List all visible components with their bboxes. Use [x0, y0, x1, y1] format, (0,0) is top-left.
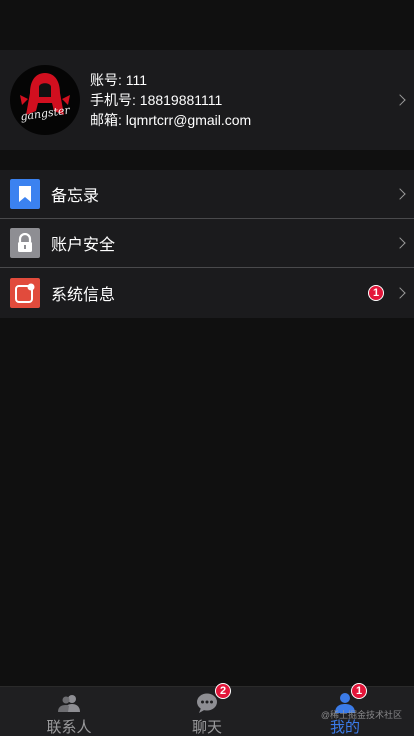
email-label: 邮箱:	[90, 112, 122, 128]
tab-contacts[interactable]: 联系人	[0, 687, 138, 736]
email-value: lqmrtcrr@gmail.com	[125, 112, 252, 128]
hooded-figure-icon	[20, 73, 70, 115]
watermark: @稀土掘金技术社区	[320, 710, 402, 720]
notification-badge: 1	[368, 285, 384, 301]
bookmark-icon	[10, 179, 40, 209]
phone-line: 手机号: 18819881111	[90, 90, 251, 110]
chat-badge: 2	[215, 683, 231, 699]
account-label: 账号:	[90, 72, 122, 88]
chat-icon	[196, 692, 218, 714]
settings-menu: 备忘录 账户安全 系统信息 1	[0, 170, 414, 318]
menu-item-label: 系统信息	[51, 287, 116, 304]
profile-card[interactable]: gangster 账号: 111 手机号: 18819881111 邮箱: lq…	[0, 50, 414, 150]
profile-info: 账号: 111 手机号: 18819881111 邮箱: lqmrtcrr@gm…	[90, 70, 251, 130]
chevron-right-icon	[394, 287, 406, 299]
tab-chat[interactable]: 2 聊天	[138, 683, 276, 736]
avatar: gangster	[10, 65, 80, 135]
tab-label: 聊天	[191, 719, 222, 736]
notification-icon	[10, 278, 40, 308]
phone-label: 手机号:	[90, 92, 136, 108]
menu-item-label: 账户安全	[51, 237, 116, 254]
phone-value: 18819881111	[139, 92, 223, 108]
contacts-icon	[58, 692, 80, 714]
chevron-right-icon	[394, 94, 406, 106]
me-badge: 1	[351, 683, 367, 699]
chevron-right-icon	[394, 237, 406, 249]
account-line: 账号: 111	[90, 70, 251, 90]
chevron-right-icon	[394, 188, 406, 200]
tab-label: 联系人	[46, 719, 92, 736]
menu-item-memo[interactable]: 备忘录	[0, 170, 414, 219]
menu-item-system-info[interactable]: 系统信息 1	[0, 268, 414, 318]
lock-icon	[10, 228, 40, 258]
email-line: 邮箱: lqmrtcrr@gmail.com	[90, 110, 251, 130]
menu-item-account-security[interactable]: 账户安全	[0, 219, 414, 268]
menu-item-label: 备忘录	[51, 188, 100, 205]
account-value: 111	[125, 72, 148, 88]
